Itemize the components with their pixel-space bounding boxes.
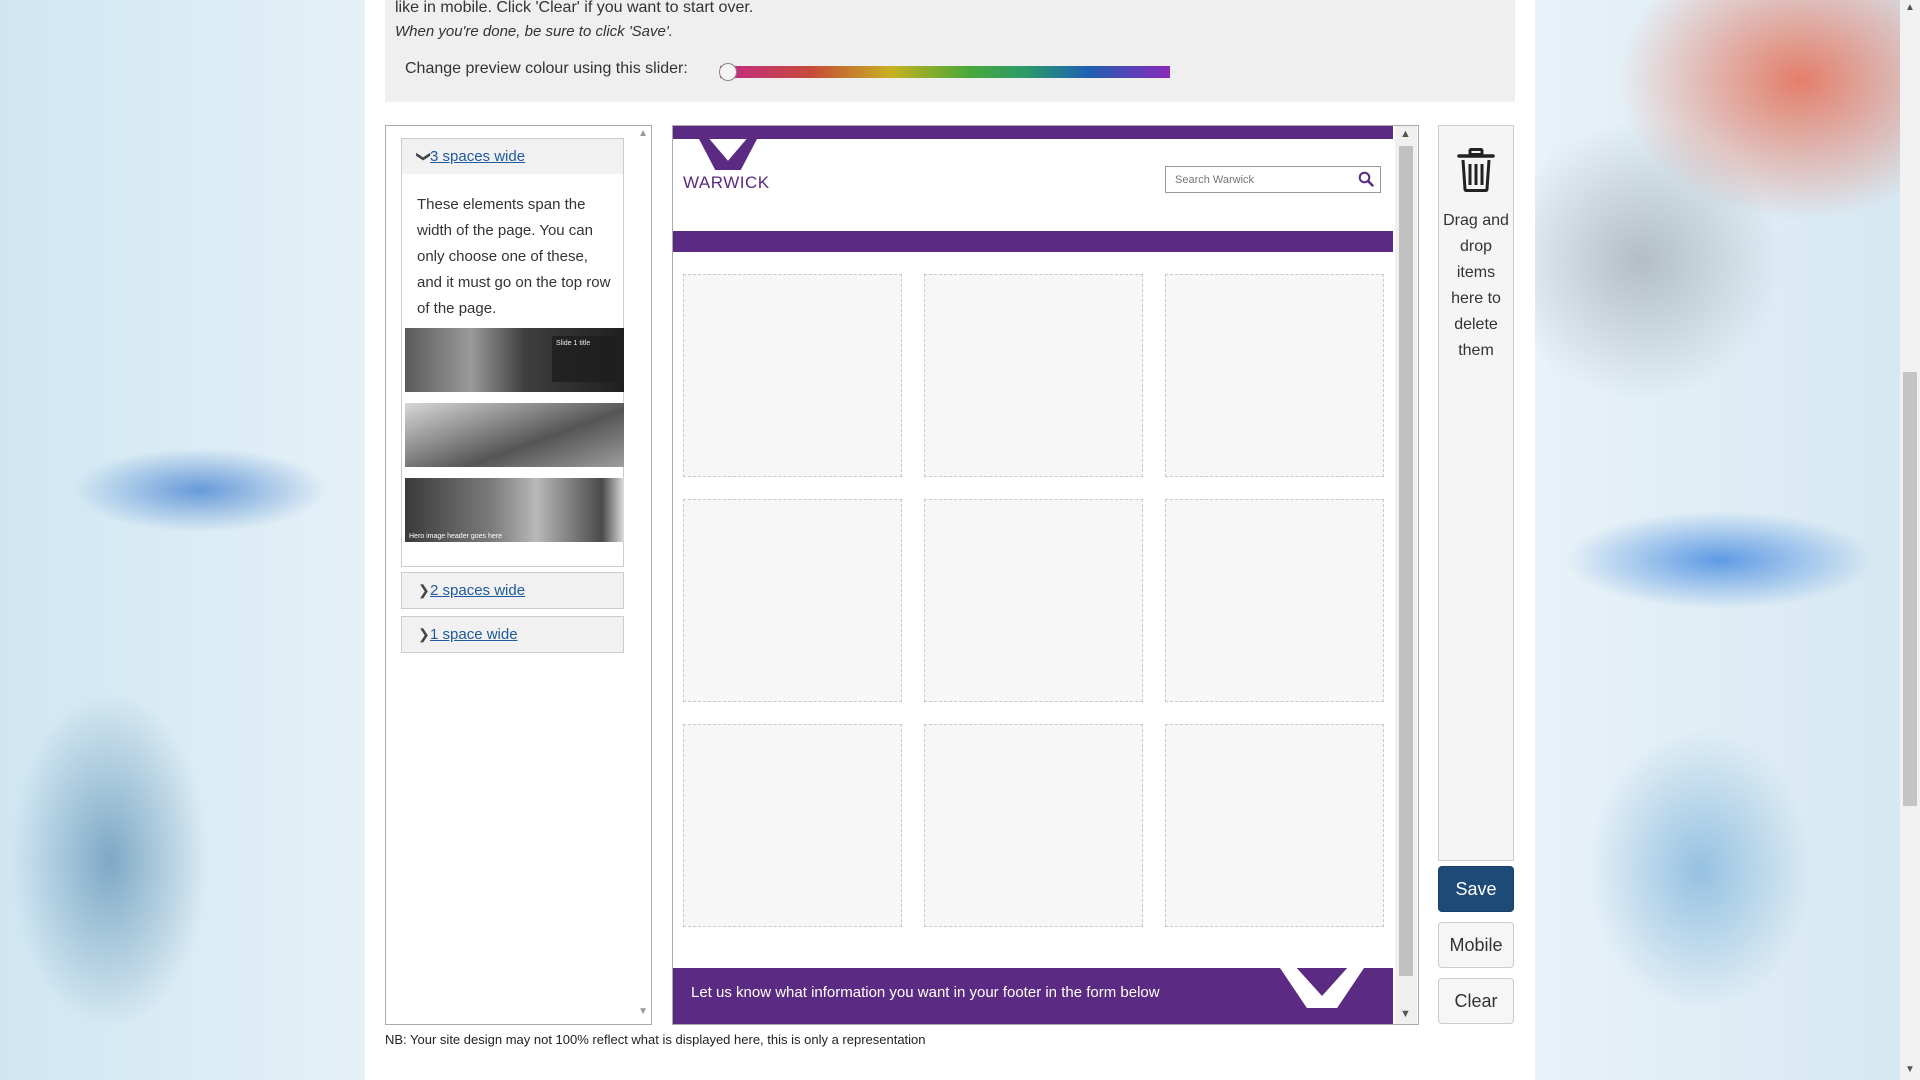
save-reminder-text: When you're done, be sure to click 'Save… bbox=[395, 23, 673, 40]
element-thumbnail-hero[interactable]: Hero image header goes here bbox=[405, 478, 624, 542]
preview-footer: Let us know what information you want in… bbox=[673, 968, 1393, 1024]
slide-title-text: Slide 1 title bbox=[556, 340, 591, 347]
preview-search-input[interactable] bbox=[1166, 167, 1346, 192]
search-icon[interactable] bbox=[1358, 171, 1374, 187]
delete-instructions: Drag and drop items here to delete them bbox=[1443, 212, 1509, 359]
delete-drop-zone[interactable]: Drag and drop items here to delete them bbox=[1438, 125, 1514, 861]
preview-top-bar bbox=[673, 126, 1393, 139]
mobile-button[interactable]: Mobile bbox=[1438, 922, 1514, 968]
palette-scroll-up-arrow[interactable]: ▲ bbox=[638, 128, 648, 139]
preview-scroll-down-arrow[interactable]: ▼ bbox=[1400, 1008, 1411, 1020]
preview-scrollbar[interactable]: ▲ ▼ bbox=[1395, 126, 1417, 1024]
window-scrollbar[interactable]: ▲ ▼ bbox=[1900, 0, 1920, 1080]
page-content: like in mobile. Click 'Clear' if you wan… bbox=[365, 0, 1535, 1080]
chevron-right-icon: ❯ bbox=[418, 582, 430, 598]
accordion-1-space-wide[interactable]: ❯ 1 space wide bbox=[401, 616, 624, 653]
element-palette: ❯ 3 spaces wide These elements span the … bbox=[385, 125, 652, 1025]
chevron-right-icon: ❯ bbox=[418, 626, 430, 642]
warwick-logo-icon bbox=[699, 139, 757, 170]
preview-scroll-thumb[interactable] bbox=[1399, 146, 1413, 976]
accordion-panel-3-spaces: These elements span the width of the pag… bbox=[401, 174, 624, 567]
preview-search-box[interactable] bbox=[1165, 166, 1381, 193]
colour-slider-handle[interactable] bbox=[719, 63, 737, 81]
instructions-text: like in mobile. Click 'Clear' if you wan… bbox=[395, 0, 754, 16]
accordion-2-spaces-wide[interactable]: ❯ 2 spaces wide bbox=[401, 572, 624, 609]
drop-zone[interactable] bbox=[683, 724, 902, 927]
accordion-3-spaces-wide[interactable]: ❯ 3 spaces wide bbox=[401, 138, 624, 175]
preview-nav-bar bbox=[673, 231, 1393, 252]
clear-button[interactable]: Clear bbox=[1438, 978, 1514, 1024]
drop-zone[interactable] bbox=[924, 274, 1143, 477]
warwick-logo-text: WARWICK bbox=[683, 173, 770, 192]
hero-caption-text: Hero image header goes here bbox=[409, 533, 503, 540]
disclaimer-text: NB: Your site design may not 100% reflec… bbox=[385, 1032, 926, 1047]
drop-zone[interactable] bbox=[1165, 499, 1384, 702]
drop-zone[interactable] bbox=[924, 724, 1143, 927]
element-thumbnail-banner[interactable] bbox=[405, 403, 624, 467]
drop-zone[interactable] bbox=[1165, 724, 1384, 927]
palette-scroll-down-arrow[interactable]: ▼ bbox=[638, 1006, 648, 1017]
trash-icon bbox=[1457, 148, 1495, 192]
drop-zone[interactable] bbox=[924, 499, 1143, 702]
window-scroll-thumb[interactable] bbox=[1903, 372, 1917, 806]
accordion-link-3-spaces[interactable]: 3 spaces wide bbox=[430, 148, 525, 165]
drop-zone[interactable] bbox=[1165, 274, 1384, 477]
warwick-footer-logo-icon bbox=[1280, 968, 1364, 1008]
save-button[interactable]: Save bbox=[1438, 866, 1514, 912]
accordion-link-2-spaces[interactable]: 2 spaces wide bbox=[430, 582, 525, 599]
preview-scroll-up-arrow[interactable]: ▲ bbox=[1400, 128, 1411, 140]
drop-zone[interactable] bbox=[683, 499, 902, 702]
colour-slider[interactable] bbox=[720, 66, 1170, 78]
section-description: These elements span the width of the pag… bbox=[417, 196, 611, 317]
colour-slider-label: Change preview colour using this slider: bbox=[405, 60, 688, 77]
window-scroll-up-arrow[interactable]: ▲ bbox=[1905, 2, 1915, 13]
footer-text: Let us know what information you want in… bbox=[691, 984, 1160, 1001]
element-thumbnail-slideshow[interactable]: Slide 1 title bbox=[405, 328, 624, 392]
accordion-link-1-space[interactable]: 1 space wide bbox=[430, 626, 518, 643]
slide-caption-card: Slide 1 title bbox=[552, 336, 620, 382]
drop-zone[interactable] bbox=[683, 274, 902, 477]
site-preview: WARWICK Let us know what information you… bbox=[672, 125, 1419, 1025]
window-scroll-down-arrow[interactable]: ▼ bbox=[1905, 1064, 1915, 1075]
instructions-panel: like in mobile. Click 'Clear' if you wan… bbox=[385, 0, 1515, 102]
